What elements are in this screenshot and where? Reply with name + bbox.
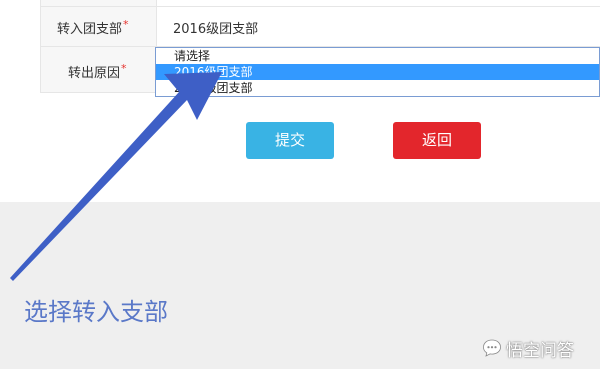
annotation-text: 选择转入支部 (24, 298, 168, 326)
arrow-shape (10, 72, 222, 281)
watermark: 悟空问答 (482, 337, 574, 361)
watermark-text: 悟空问答 (506, 340, 574, 361)
speech-bubble-icon (483, 339, 501, 357)
